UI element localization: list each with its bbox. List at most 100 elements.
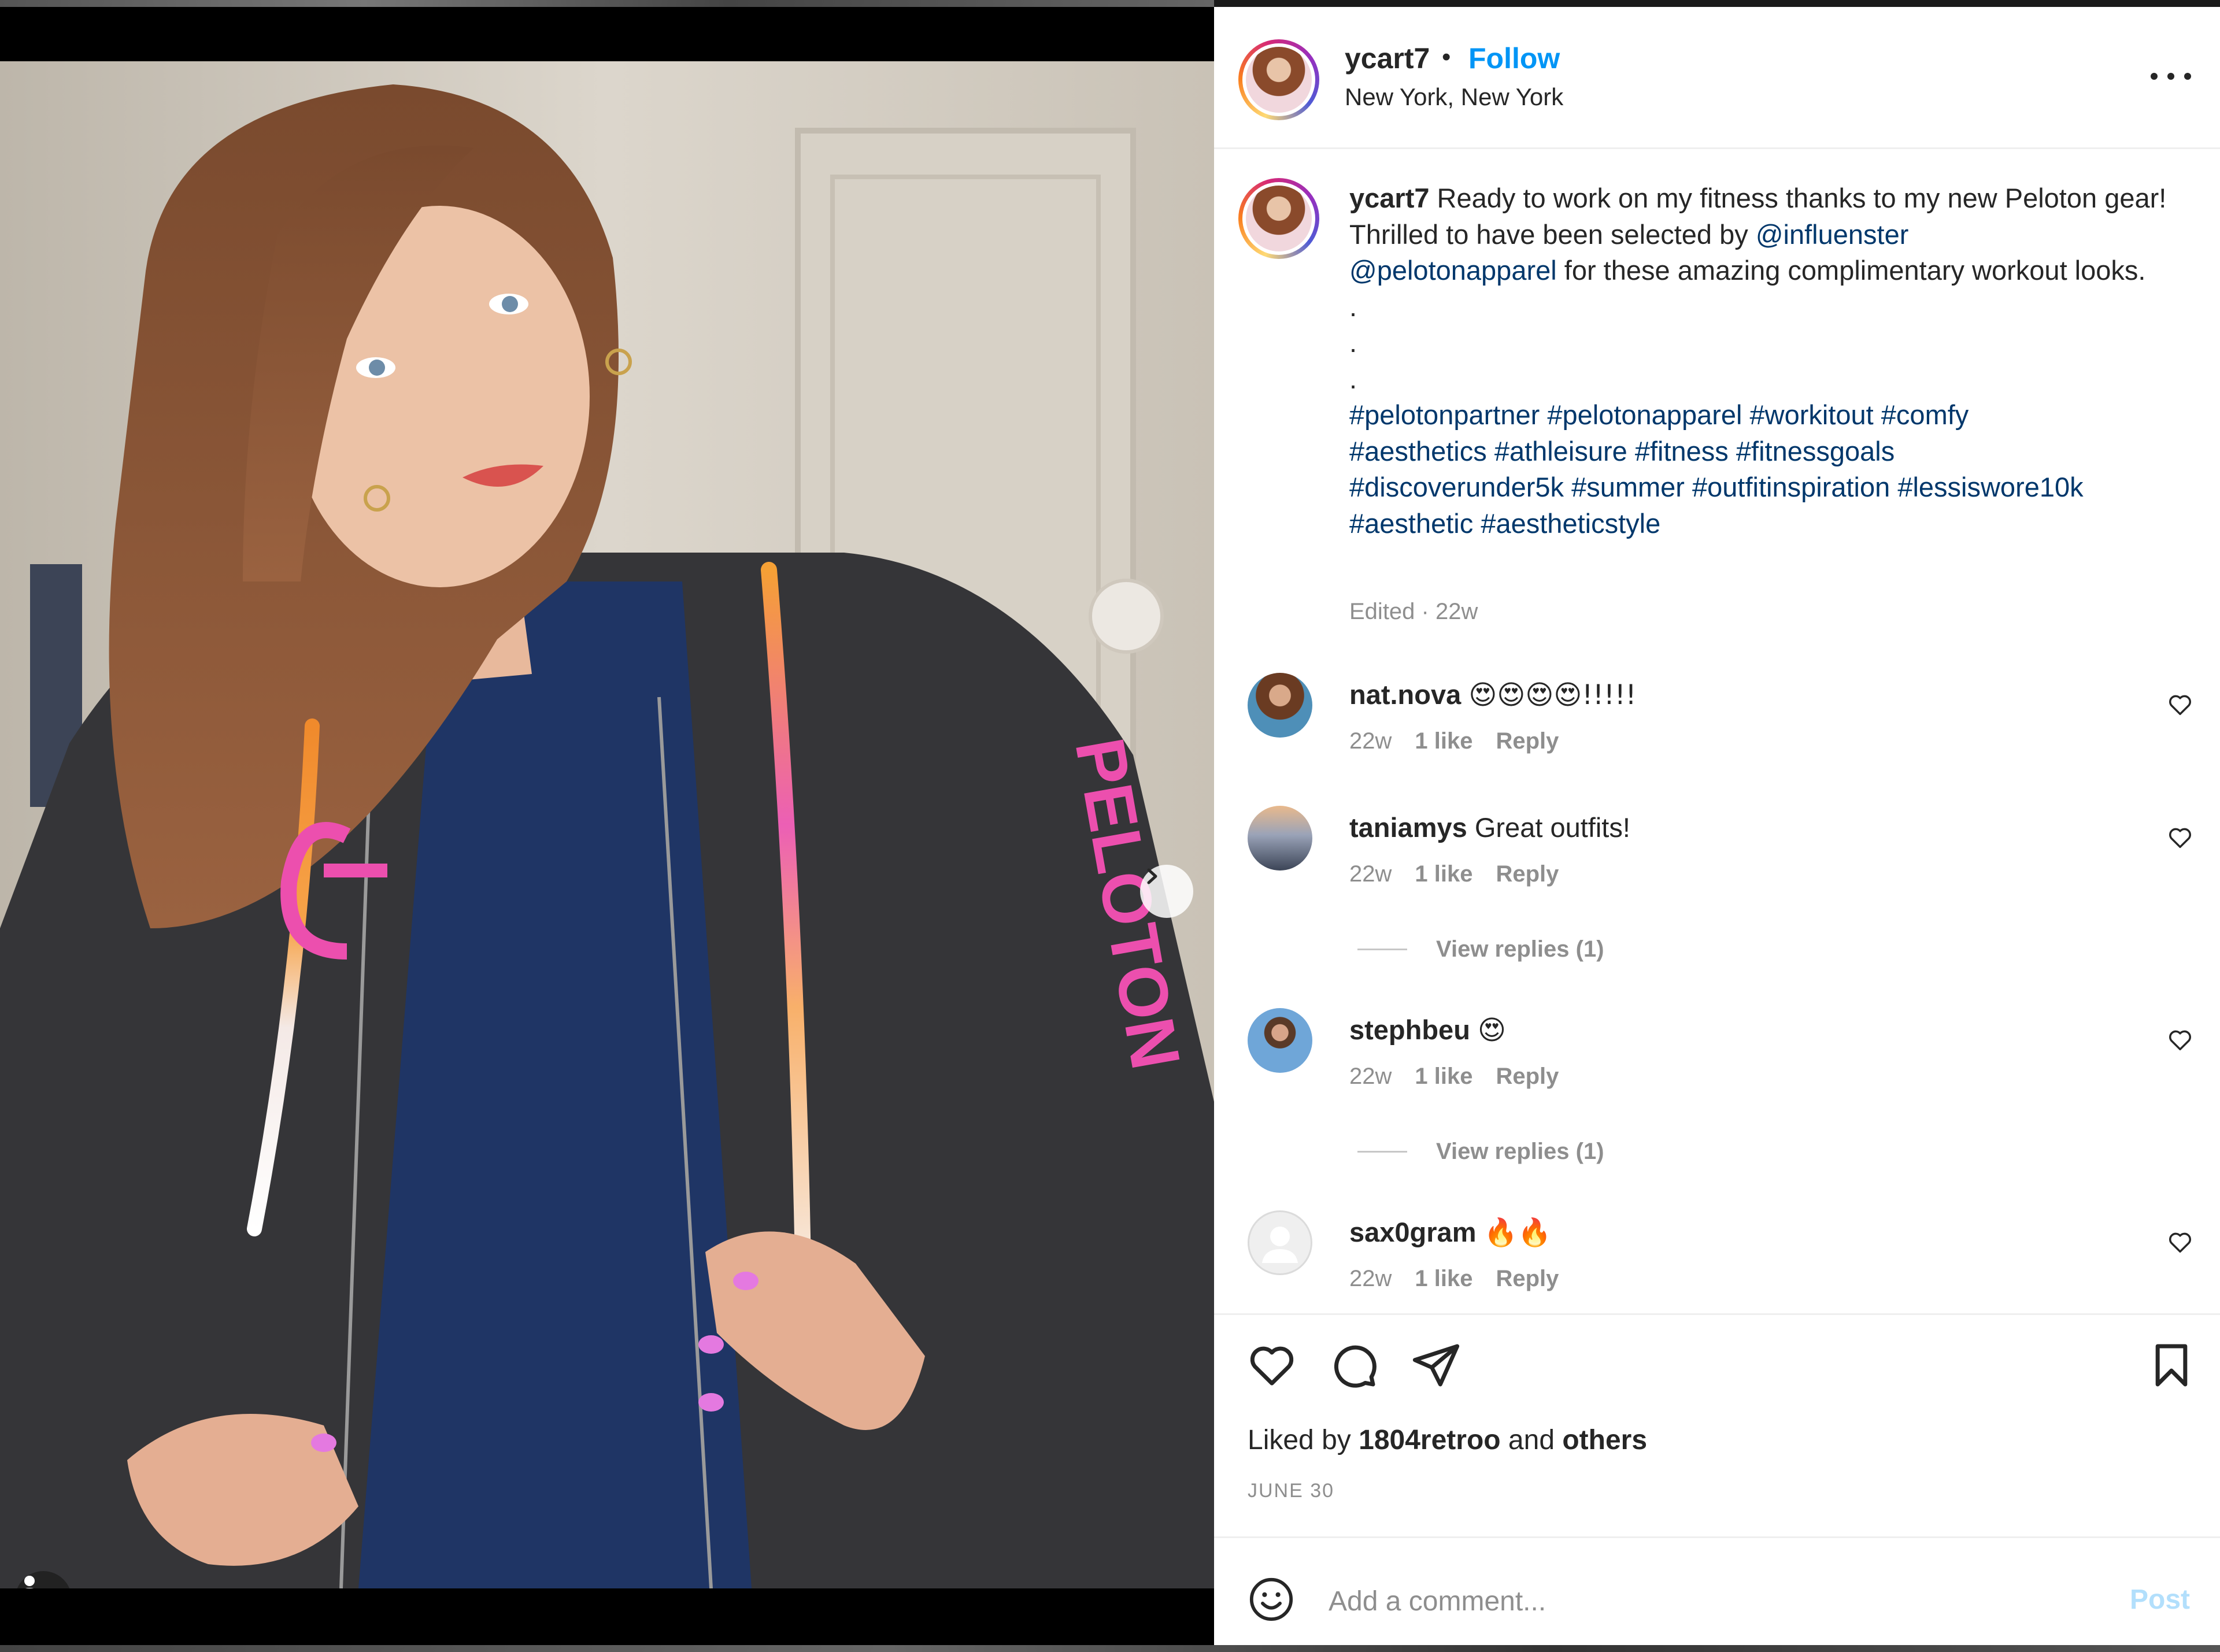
- author-avatar[interactable]: [1238, 39, 1319, 120]
- reply-button[interactable]: Reply: [1496, 1064, 1559, 1090]
- comment-text: 😍😍😍😍!!!!!: [1468, 679, 1637, 711]
- comment-age: 22w: [1349, 1266, 1392, 1291]
- author-username[interactable]: ycart7: [1345, 42, 1430, 75]
- heart-icon[interactable]: [2167, 691, 2193, 718]
- heart-icon[interactable]: [2167, 1027, 2193, 1053]
- post-comment-button[interactable]: Post: [2130, 1584, 2190, 1616]
- commenter-username[interactable]: sax0gram: [1349, 1217, 1477, 1247]
- post-header: ycart7 • Follow New York, New York: [1214, 7, 2220, 149]
- comment-item: stephbeu 😍 22w 1 like Reply: [1214, 1008, 2220, 1106]
- heart-icon[interactable]: [2167, 824, 2193, 851]
- mention-pelotonapparel[interactable]: @pelotonapparel: [1349, 255, 1557, 286]
- comment-body: nat.nova 😍😍😍😍!!!!!: [1349, 679, 1637, 711]
- mention-influenster[interactable]: @influenster: [1756, 219, 1909, 250]
- emoji-smiley-icon[interactable]: [1248, 1576, 1295, 1623]
- hashtag[interactable]: #workitout: [1750, 399, 1874, 430]
- commenter-avatar[interactable]: [1248, 806, 1312, 871]
- comment-item: sax0gram 🔥🔥 22w 1 like Reply: [1214, 1210, 2220, 1309]
- caption-edited-timestamp: Edited · 22w: [1349, 599, 1478, 624]
- comment-input[interactable]: [1329, 1578, 2115, 1624]
- likes-summary: Liked by 1804retroo and others: [1248, 1424, 1647, 1456]
- reply-button[interactable]: Reply: [1496, 861, 1559, 887]
- default-user-icon: [1262, 1227, 1298, 1263]
- comment-age: 22w: [1349, 728, 1392, 754]
- like-heart-icon[interactable]: [1246, 1340, 1297, 1391]
- commenter-avatar[interactable]: [1248, 1008, 1312, 1073]
- comment-likes[interactable]: 1 like: [1415, 1266, 1472, 1292]
- liked-by-user[interactable]: 1804retroo: [1359, 1425, 1500, 1455]
- caption-dot: .: [1349, 363, 1357, 394]
- post-photo[interactable]: PELOTON: [0, 61, 1214, 1588]
- post-date[interactable]: JUNE 30: [1248, 1480, 1334, 1502]
- comment-item: nat.nova 😍😍😍😍!!!!! 22w 1 like Reply: [1214, 673, 2220, 771]
- comment-body: stephbeu 😍: [1349, 1014, 1506, 1046]
- post-location[interactable]: New York, New York: [1345, 83, 1563, 111]
- photo-illustration: PELOTON: [0, 61, 1214, 1588]
- background-strip-bottom: [0, 1645, 2220, 1652]
- comment-body: sax0gram 🔥🔥: [1349, 1216, 1552, 1249]
- comment-item: taniamys Great outfits! 22w 1 like Reply: [1214, 806, 2220, 904]
- comment-meta: 22w 1 like Reply: [1349, 1064, 1559, 1090]
- hashtag[interactable]: #aesthetic: [1349, 508, 1473, 539]
- more-dot: [2167, 73, 2174, 80]
- hashtag[interactable]: #lessiswore10k: [1897, 472, 2083, 502]
- liked-mid: and: [1500, 1425, 1563, 1455]
- caption-text-2: for these amazing complimentary workout …: [1556, 255, 2146, 286]
- hashtag[interactable]: #discoverunder5k: [1349, 472, 1564, 502]
- comment-text: 😍: [1477, 1014, 1506, 1046]
- heart-icon[interactable]: [2167, 1229, 2193, 1255]
- follow-button[interactable]: Follow: [1468, 42, 1560, 75]
- comment-likes[interactable]: 1 like: [1415, 1064, 1472, 1090]
- background-strip-top: [0, 0, 1214, 7]
- replies-divider: [1357, 1151, 1407, 1153]
- hashtag[interactable]: #pelotonpartner: [1349, 399, 1540, 430]
- liked-others-link[interactable]: others: [1562, 1425, 1647, 1455]
- post-caption: ycart7 Ready to work on my fitness thank…: [1349, 180, 2193, 542]
- commenter-username[interactable]: taniamys: [1349, 812, 1467, 843]
- caption-author-avatar[interactable]: [1238, 178, 1319, 259]
- bookmark-icon[interactable]: [2146, 1340, 2197, 1391]
- commenter-username[interactable]: stephbeu: [1349, 1014, 1470, 1045]
- comment-bubble-icon[interactable]: [1329, 1340, 1379, 1391]
- comment-text: 🔥🔥: [1483, 1217, 1552, 1249]
- comment-likes[interactable]: 1 like: [1415, 861, 1472, 887]
- user-icon: [24, 1576, 35, 1588]
- reply-button[interactable]: Reply: [1496, 728, 1559, 754]
- comment-age: 22w: [1349, 861, 1392, 887]
- hashtag[interactable]: #summer: [1571, 472, 1685, 502]
- view-replies-button[interactable]: View replies (1): [1357, 1139, 1604, 1165]
- view-replies-label: View replies (1): [1436, 1139, 1604, 1164]
- view-replies-button[interactable]: View replies (1): [1357, 936, 1604, 962]
- share-paper-plane-icon[interactable]: [1411, 1340, 1462, 1391]
- more-dot: [2184, 73, 2191, 80]
- hashtag[interactable]: #outfitinspiration: [1692, 472, 1890, 502]
- liked-prefix: Liked by: [1248, 1425, 1359, 1455]
- caption-username[interactable]: ycart7: [1349, 183, 1430, 213]
- divider: [1214, 1536, 2220, 1538]
- more-options-button[interactable]: [2151, 65, 2191, 88]
- carousel-next-button[interactable]: [1140, 865, 1193, 918]
- hashtag[interactable]: #fitness: [1635, 436, 1729, 466]
- hashtag[interactable]: #pelotonapparel: [1547, 399, 1742, 430]
- view-replies-label: View replies (1): [1436, 936, 1604, 962]
- hashtag[interactable]: #comfy: [1881, 399, 1969, 430]
- reply-button[interactable]: Reply: [1496, 1266, 1559, 1292]
- caption-dot: .: [1349, 327, 1357, 358]
- hashtag[interactable]: #aestheticstyle: [1481, 508, 1660, 539]
- commenter-avatar[interactable]: [1248, 1210, 1312, 1275]
- hashtag[interactable]: #athleisure: [1494, 436, 1627, 466]
- hashtag[interactable]: #fitnessgoals: [1736, 436, 1895, 466]
- hashtag[interactable]: #aesthetics: [1349, 436, 1487, 466]
- comment-age: 22w: [1349, 1064, 1392, 1089]
- chevron-right-icon: [1147, 868, 1157, 884]
- comment-meta: 22w 1 like Reply: [1349, 1266, 1559, 1292]
- comment-text: Great outfits!: [1474, 812, 1630, 843]
- commenter-avatar[interactable]: [1248, 673, 1312, 738]
- more-dot: [2151, 73, 2158, 80]
- comment-body: taniamys Great outfits!: [1349, 812, 1630, 843]
- replies-divider: [1357, 949, 1407, 950]
- commenter-username[interactable]: nat.nova: [1349, 679, 1461, 710]
- separator-dot: •: [1442, 43, 1451, 71]
- comment-likes[interactable]: 1 like: [1415, 728, 1472, 754]
- comment-meta: 22w 1 like Reply: [1349, 728, 1559, 754]
